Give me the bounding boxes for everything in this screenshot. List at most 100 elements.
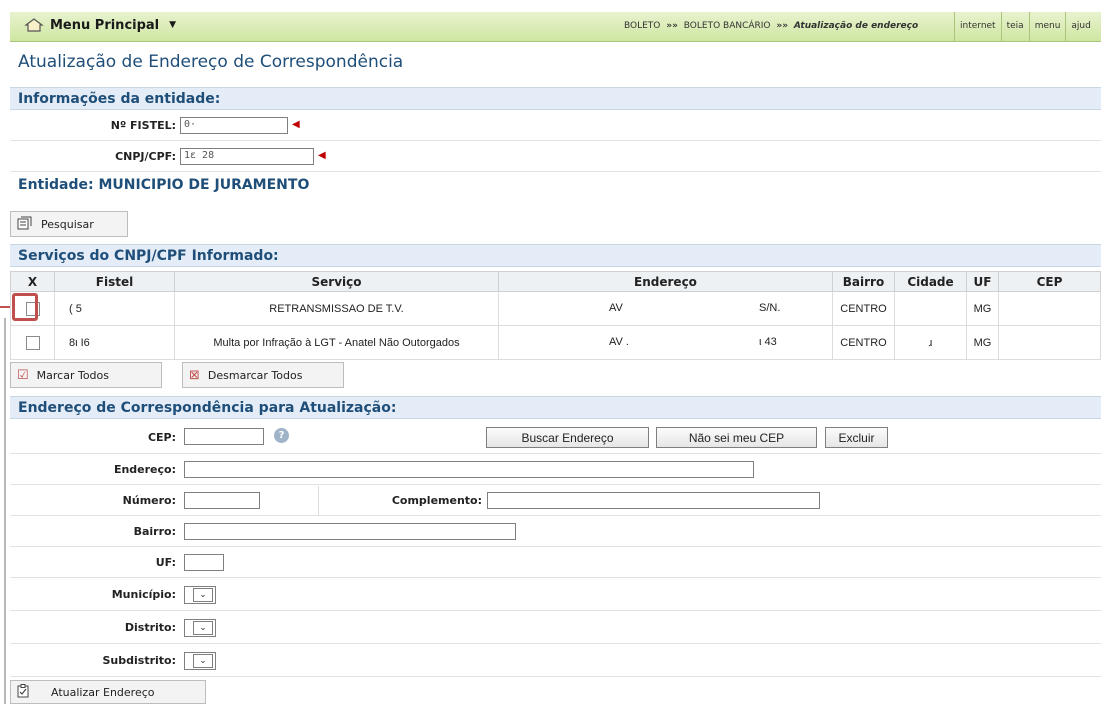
update-address-button[interactable]: Atualizar Endereço (10, 680, 206, 704)
checked-box-icon: ☑ (17, 367, 29, 383)
complemento-input[interactable] (487, 492, 820, 509)
cidade-cell: ɹ (894, 325, 967, 360)
row-checkbox[interactable] (25, 335, 40, 350)
column-header: Serviço (174, 271, 499, 292)
endereco-street: AV (609, 302, 623, 314)
municipio-label: Município: (111, 588, 176, 601)
update-address-label: Atualizar Endereço (51, 685, 155, 699)
fistel-cell: ( 5 (54, 291, 175, 326)
clipboard-check-icon (17, 683, 29, 701)
uf-cell: MG (966, 325, 999, 360)
column-divider (318, 486, 319, 516)
column-header: CEP (998, 271, 1101, 292)
search-button[interactable]: Pesquisar (10, 211, 128, 237)
endereco-label: Endereço: (113, 463, 176, 476)
cep-row: CEP: ? Buscar Endereço Não sei meu CEP E… (10, 421, 1101, 454)
bairro-cell: CENTRO (832, 325, 895, 360)
main-menu-button[interactable]: Menu Principal ▼ (24, 17, 176, 33)
breadcrumb-separator: »» (666, 21, 678, 31)
endereco-number: ι 43 (759, 336, 777, 348)
breadcrumb: BOLETO »» BOLETO BANCÁRIO »» Atualização… (624, 21, 918, 31)
subdistrito-label: Subdistrito: (102, 654, 177, 667)
bairro-label: Bairro: (133, 525, 176, 538)
chevron-down-icon: ⌄ (193, 588, 213, 602)
services-heading: Serviços do CNPJ/CPF Informado: (10, 244, 1101, 267)
subdistrito-select[interactable]: ⌄ (184, 652, 216, 670)
column-header: Cidade (894, 271, 967, 292)
distrito-label: Distrito: (124, 621, 176, 634)
link-menu[interactable]: menu (1028, 12, 1066, 41)
uf-input[interactable] (184, 554, 224, 571)
cidade-cell (894, 291, 967, 326)
cep-input[interactable] (184, 428, 264, 445)
endereco-cell: AV S/N. (498, 291, 833, 326)
mark-all-button[interactable]: ☑ Marcar Todos (10, 362, 162, 388)
numero-input[interactable] (184, 492, 260, 509)
table-row: ( 5 RETRANSMISSAO DE T.V. AV S/N. CENTRO… (10, 291, 1101, 326)
required-marker-icon: ◀ (292, 119, 300, 130)
breadcrumb-item[interactable]: BOLETO BANCÁRIO (684, 21, 771, 31)
app-frame: Menu Principal ▼ BOLETO »» BOLETO BANCÁR… (10, 0, 1101, 704)
uf-row: UF: (10, 548, 1101, 578)
chevron-down-icon: ⌄ (193, 621, 213, 635)
numero-label: Número: (122, 494, 176, 507)
link-teia[interactable]: teia (1000, 12, 1029, 41)
breadcrumb-item[interactable]: BOLETO (624, 21, 660, 31)
select-cell (10, 325, 55, 360)
entity-info-heading: Informações da entidade: (10, 87, 1101, 110)
caret-down-icon: ▼ (169, 20, 177, 30)
breadcrumb-separator: »» (776, 21, 789, 31)
left-divider (4, 318, 6, 704)
municipio-row: Município: ⌄ (10, 579, 1101, 611)
main-menu-label: Menu Principal (50, 17, 160, 33)
help-icon[interactable]: ? (274, 428, 289, 443)
search-form-icon (17, 216, 33, 233)
column-header: UF (966, 271, 999, 292)
search-address-button[interactable]: Buscar Endereço (486, 427, 649, 448)
cnpj-label: CNPJ/CPF: (115, 150, 176, 163)
link-ajuda[interactable]: ajud (1065, 12, 1095, 41)
cep-cell (998, 325, 1101, 360)
uf-label: UF: (155, 556, 176, 569)
distrito-select[interactable]: ⌄ (184, 619, 216, 637)
link-internet[interactable]: internet (954, 12, 1001, 41)
column-header: Fistel (54, 271, 175, 292)
distrito-row: Distrito: ⌄ (10, 612, 1101, 644)
subdistrito-row: Subdistrito: ⌄ (10, 645, 1101, 677)
top-menu-bar: Menu Principal ▼ BOLETO »» BOLETO BANCÁR… (10, 12, 1101, 42)
cep-label: CEP: (147, 431, 176, 444)
bairro-cell: CENTRO (832, 291, 895, 326)
mark-all-label: Marcar Todos (36, 368, 109, 382)
cnpj-input[interactable]: 1ε 28 (180, 148, 314, 165)
complemento-label: Complemento: (391, 494, 482, 507)
unknown-cep-button[interactable]: Não sei meu CEP (656, 427, 817, 448)
cep-cell (998, 291, 1101, 326)
table-header-row: X Fistel Serviço Endereço Bairro Cidade … (10, 271, 1101, 292)
column-header: X (10, 271, 55, 292)
fistel-input[interactable]: 0· (180, 117, 288, 134)
required-marker-icon: ◀ (318, 150, 326, 161)
bairro-input[interactable] (184, 523, 516, 540)
breadcrumb-current: Atualização de endereço (793, 21, 919, 31)
endereco-cell: AV . ι 43 (498, 325, 833, 360)
fistel-row: Nº FISTEL: 0· ◀ (10, 111, 1101, 141)
endereco-row: Endereço: (10, 455, 1101, 485)
servico-cell: Multa por Infração à LGT - Anatel Não Ou… (174, 325, 499, 360)
municipio-select[interactable]: ⌄ (184, 586, 216, 604)
column-header: Endereço (498, 271, 833, 292)
servico-cell: RETRANSMISSAO DE T.V. (174, 291, 499, 326)
unmark-all-button[interactable]: ⊠ Desmarcar Todos (182, 362, 344, 388)
endereco-number: S/N. (759, 302, 781, 314)
highlight-frame (12, 293, 38, 321)
delete-button[interactable]: Excluir (825, 427, 888, 448)
home-icon (24, 17, 44, 33)
column-header: Bairro (832, 271, 895, 292)
unchecked-box-icon: ⊠ (189, 367, 200, 383)
unmark-all-label: Desmarcar Todos (207, 368, 303, 382)
services-table: X Fistel Serviço Endereço Bairro Cidade … (10, 271, 1101, 360)
entity-heading: Entidade: MUNICIPIO DE JURAMENTO (10, 174, 1101, 197)
top-links: internet teia menu ajud (954, 12, 1096, 41)
table-row: 8ι Ι6 Multa por Infração à LGT - Anatel … (10, 325, 1101, 360)
endereco-input[interactable] (184, 461, 754, 478)
cnpj-row: CNPJ/CPF: 1ε 28 ◀ (10, 142, 1101, 172)
